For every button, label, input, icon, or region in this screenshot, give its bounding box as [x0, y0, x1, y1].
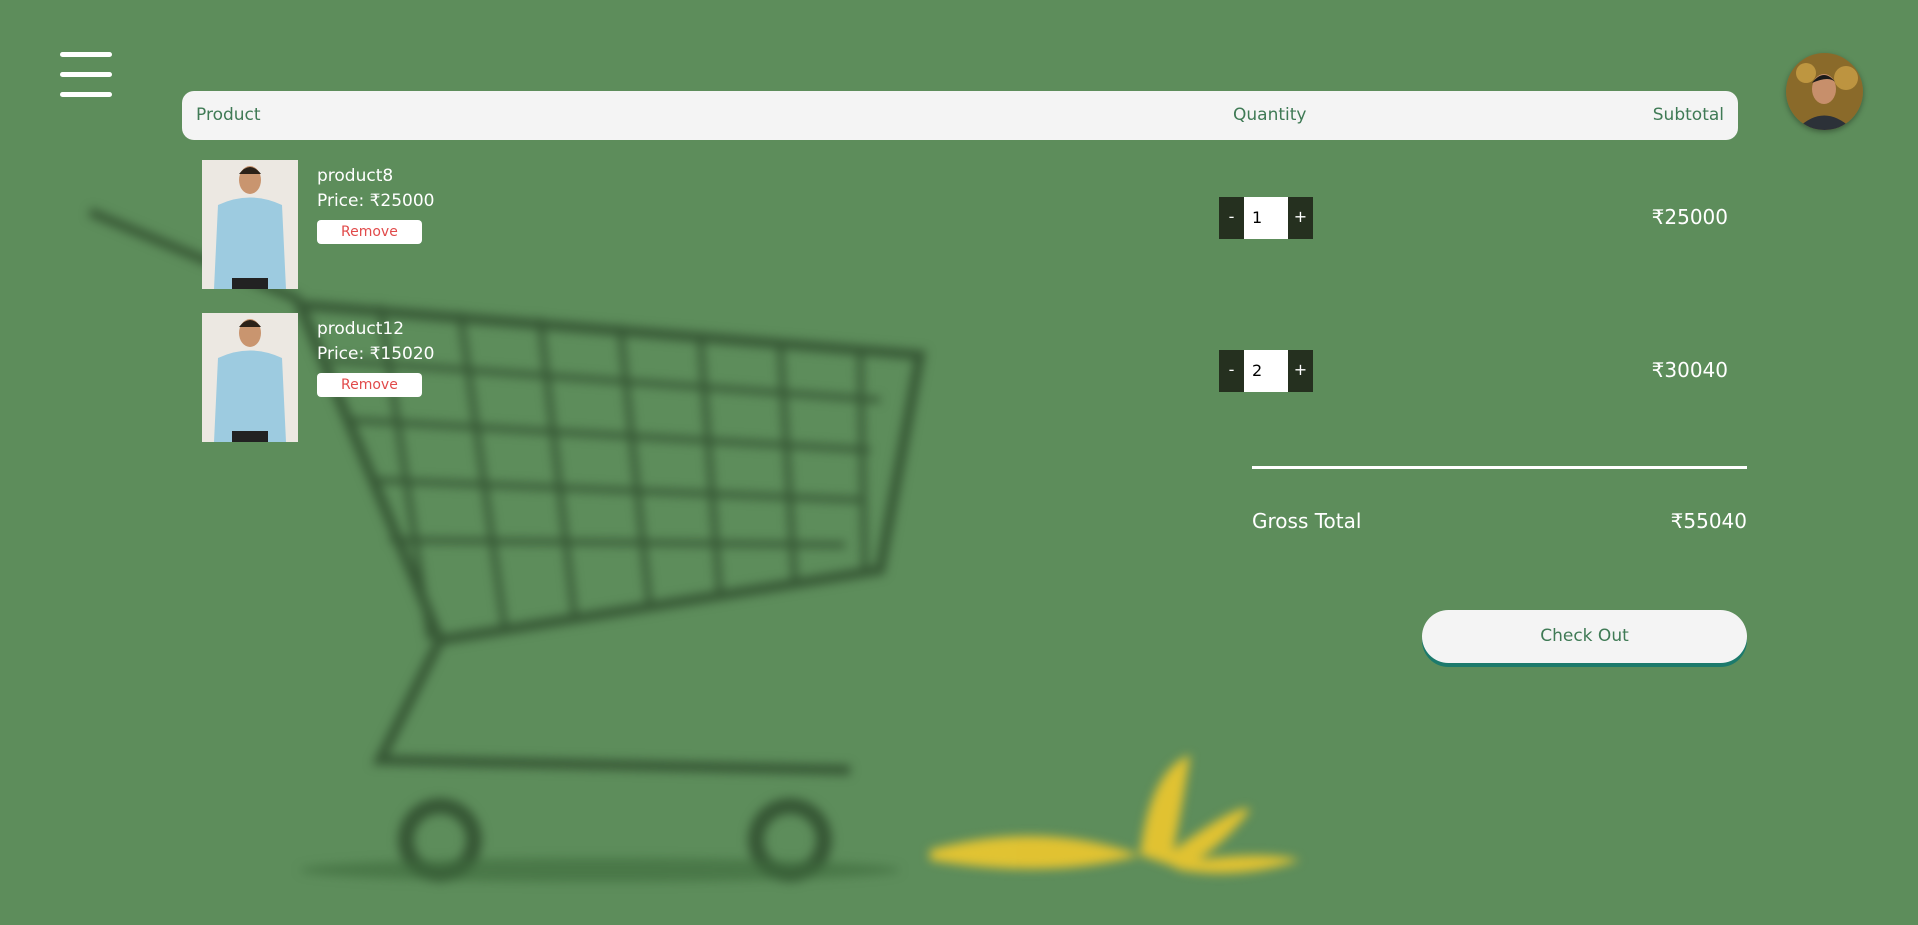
increment-button[interactable]: +	[1288, 350, 1313, 392]
summary-divider	[1252, 466, 1747, 469]
quantity-column-header: Quantity	[1233, 105, 1307, 125]
banana-peel-illustration	[930, 755, 1300, 874]
product-thumbnail	[202, 160, 298, 289]
hamburger-menu-icon[interactable]	[58, 50, 114, 102]
cart-table-header: Product Quantity Subtotal	[182, 91, 1738, 140]
product-name: product8	[317, 166, 394, 186]
checkout-button[interactable]: Check Out	[1422, 610, 1747, 663]
product-name: product12	[317, 319, 405, 339]
product-column-header: Product	[196, 105, 261, 125]
shopping-cart-illustration	[88, 207, 926, 882]
remove-button[interactable]: Remove	[317, 220, 422, 244]
cart-item-row: product12 Price: ₹15020 Remove - 2 + ₹30…	[0, 313, 1918, 443]
remove-button[interactable]: Remove	[317, 373, 422, 397]
subtotal-column-header: Subtotal	[1652, 105, 1724, 125]
decrement-button[interactable]: -	[1219, 350, 1244, 392]
quantity-stepper: - 1 +	[1219, 197, 1313, 239]
item-subtotal: ₹25000	[1651, 205, 1728, 229]
gross-total-label: Gross Total	[1252, 509, 1362, 533]
user-avatar[interactable]	[1786, 53, 1863, 130]
decrement-button[interactable]: -	[1219, 197, 1244, 239]
product-price: Price: ₹15020	[317, 344, 435, 364]
product-price: Price: ₹25000	[317, 191, 435, 211]
quantity-stepper: - 2 +	[1219, 350, 1313, 392]
increment-button[interactable]: +	[1288, 197, 1313, 239]
product-thumbnail	[202, 313, 298, 442]
cart-item-row: product8 Price: ₹25000 Remove - 1 + ₹250…	[0, 160, 1918, 290]
item-subtotal: ₹30040	[1651, 358, 1728, 382]
quantity-input[interactable]: 2	[1244, 350, 1288, 392]
quantity-input[interactable]: 1	[1244, 197, 1288, 239]
gross-total-value: ₹55040	[1670, 509, 1747, 533]
